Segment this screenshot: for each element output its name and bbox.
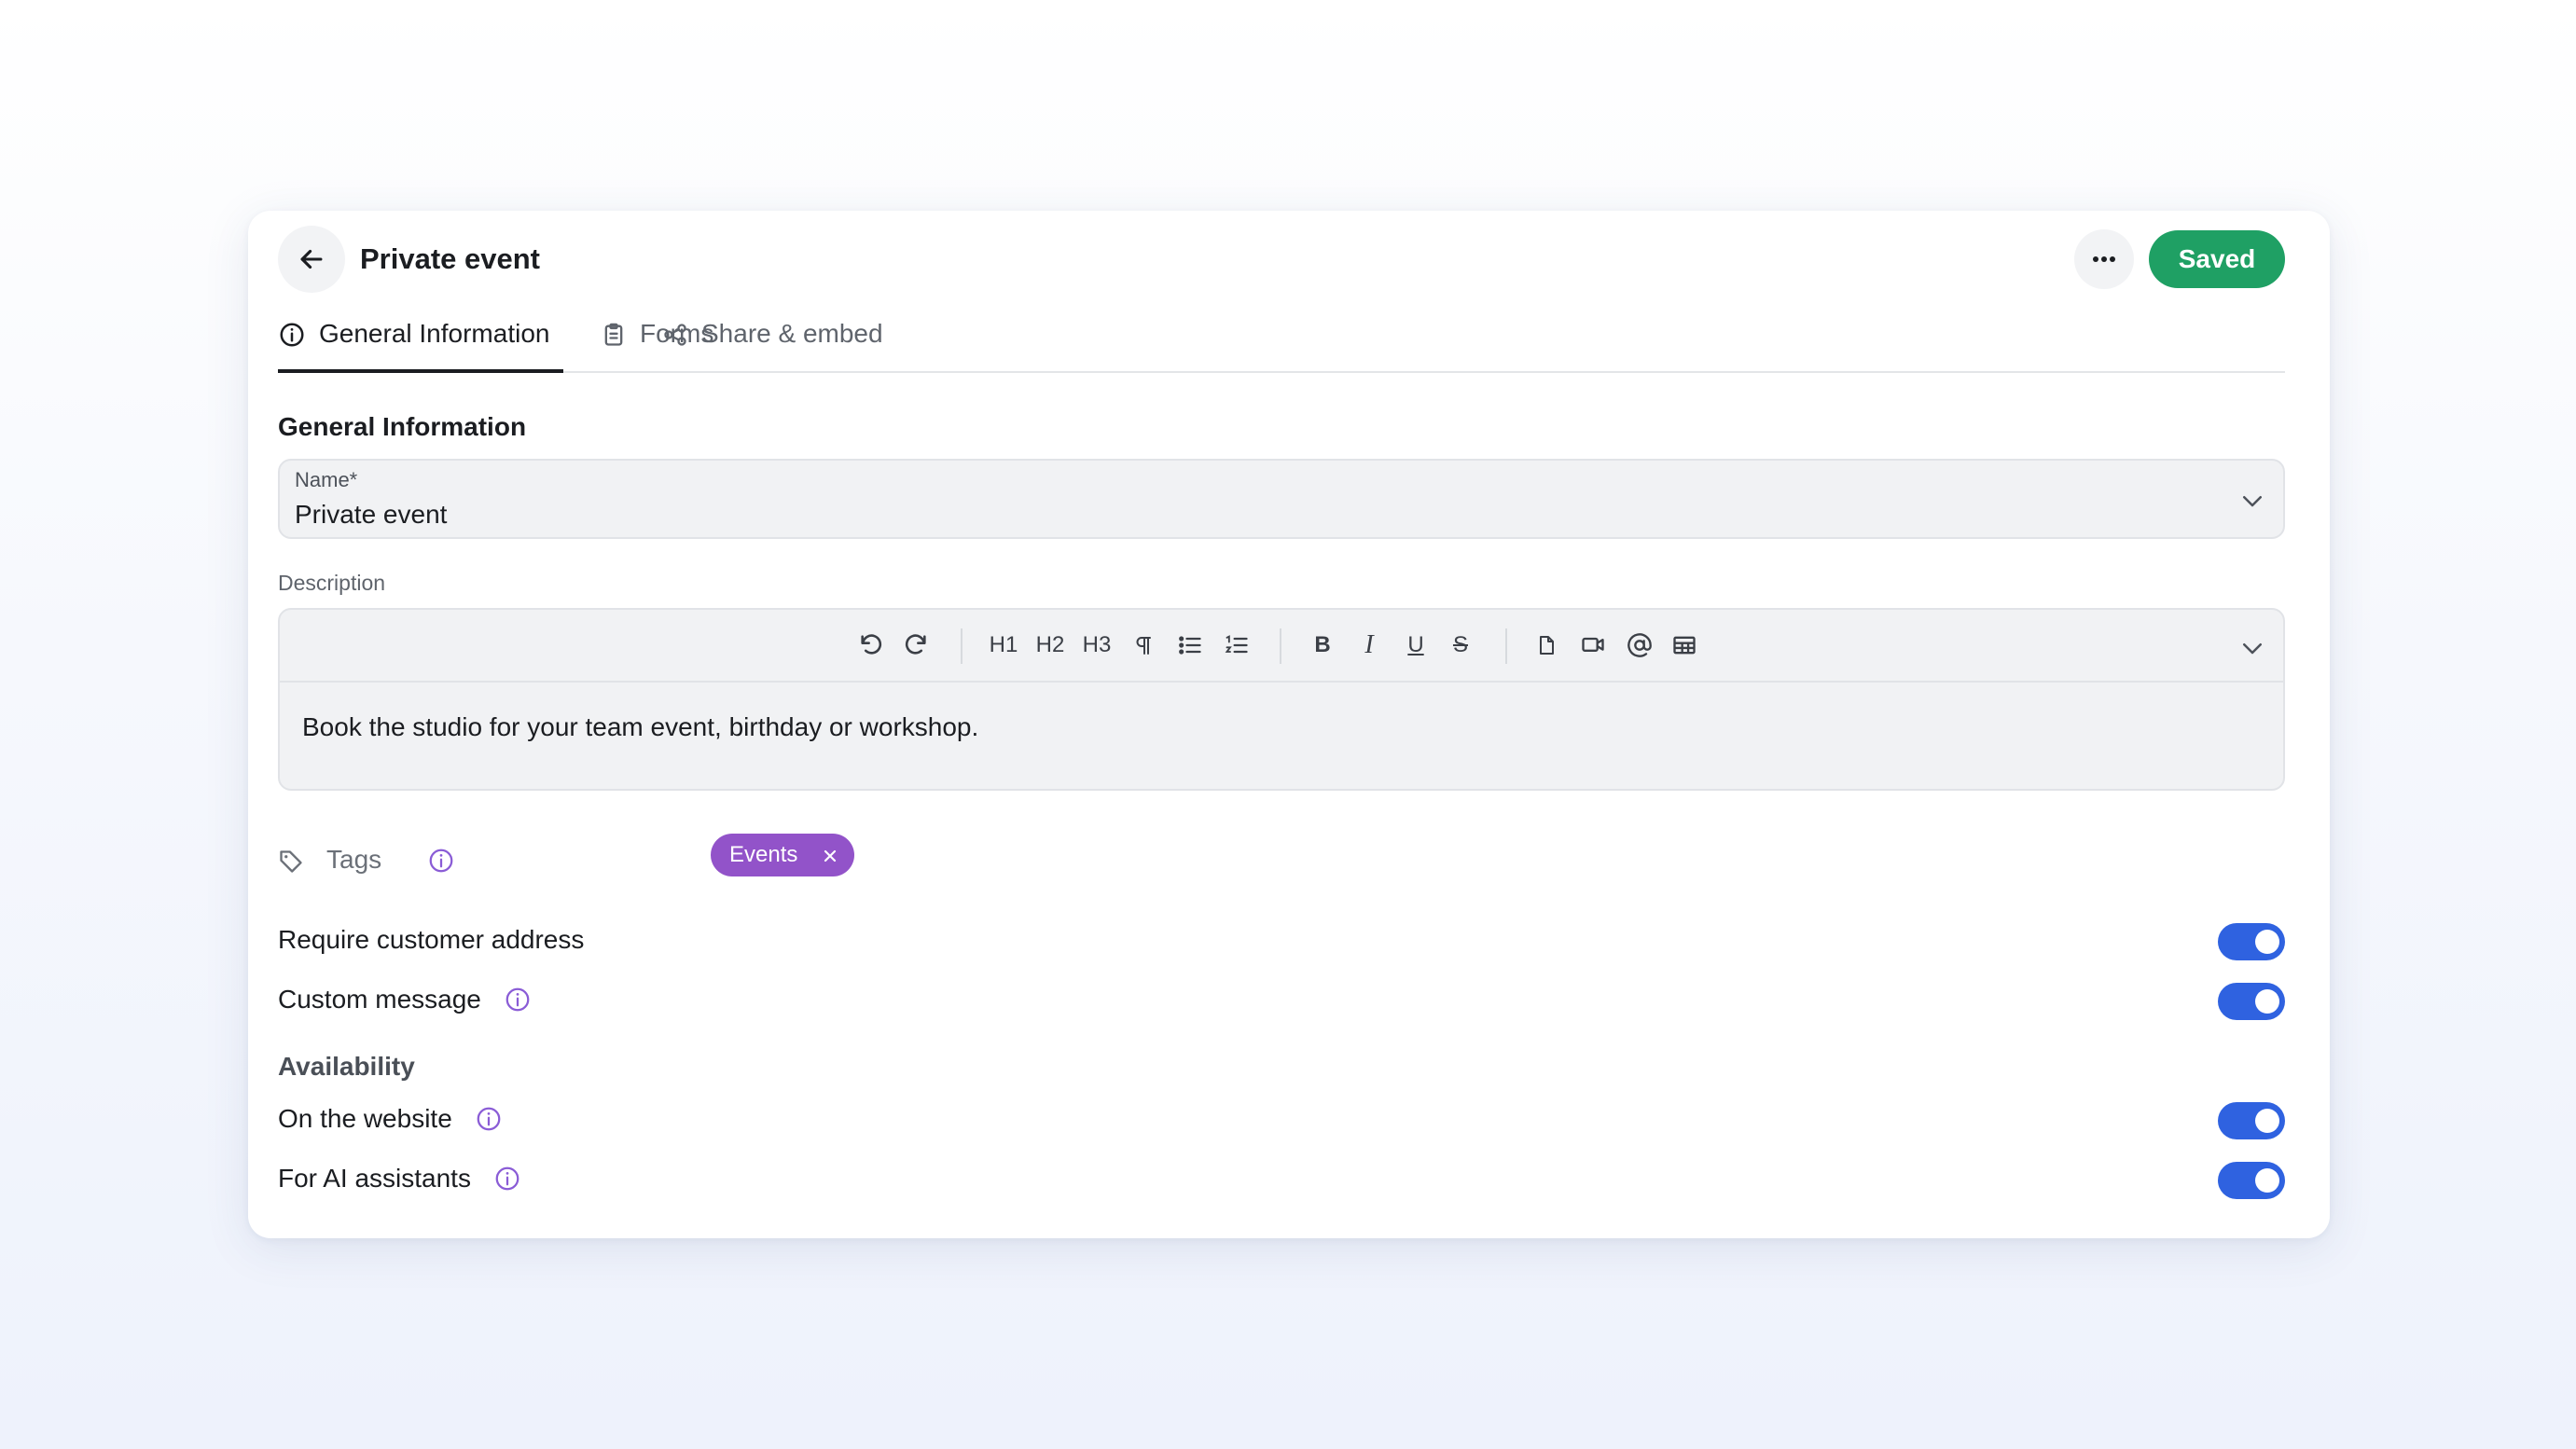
custom-message-label: Custom message: [278, 985, 532, 1014]
paragraph-icon[interactable]: [1127, 628, 1160, 662]
on-website-label: On the website: [278, 1104, 503, 1134]
for-ai-label: For AI assistants: [278, 1164, 521, 1194]
name-label: Name*: [295, 468, 358, 491]
info-icon[interactable]: [475, 1105, 503, 1133]
file-icon[interactable]: [1530, 628, 1563, 662]
underline-button[interactable]: U: [1399, 628, 1433, 662]
mention-icon[interactable]: [1623, 628, 1656, 662]
page-title: Private event: [360, 242, 540, 275]
editor-toolbar: H1 H2 H3 B I U S: [280, 610, 2283, 683]
close-icon[interactable]: [821, 846, 839, 872]
heading-1-button[interactable]: H1: [985, 628, 1022, 662]
arrow-left-icon: [300, 249, 323, 269]
custom-message-text: Custom message: [278, 985, 481, 1014]
chevron-down-icon[interactable]: [2238, 634, 2266, 667]
description-label: Description: [278, 571, 386, 595]
clipboard-icon: [601, 321, 627, 349]
tag-chip-label: Events: [729, 842, 798, 867]
tag-icon: [278, 849, 304, 879]
for-ai-toggle[interactable]: [2218, 1162, 2285, 1199]
bold-button[interactable]: B: [1306, 628, 1339, 662]
toolbar-divider: [1505, 628, 1507, 664]
name-field[interactable]: Name* Private event: [278, 459, 2285, 539]
for-ai-text: For AI assistants: [278, 1164, 471, 1193]
more-options-button[interactable]: [2074, 229, 2134, 289]
require-address-text: Require customer address: [278, 925, 585, 954]
strikethrough-button[interactable]: S: [1444, 628, 1477, 662]
bullet-list-icon[interactable]: [1173, 628, 1207, 662]
back-button[interactable]: [278, 226, 345, 293]
redo-icon[interactable]: [899, 628, 933, 662]
tab-general-information[interactable]: General Information: [278, 313, 563, 373]
share-icon: [662, 321, 688, 349]
heading-3-button[interactable]: H3: [1078, 628, 1115, 662]
undo-icon[interactable]: [854, 628, 888, 662]
chevron-down-icon[interactable]: [2238, 487, 2266, 519]
tab-label: General Information: [319, 319, 550, 348]
saved-button[interactable]: Saved: [2149, 230, 2285, 288]
toolbar-divider: [961, 628, 963, 664]
heading-2-button[interactable]: H2: [1032, 628, 1069, 662]
description-editor[interactable]: H1 H2 H3 B I U S Book the studio for you…: [278, 608, 2285, 791]
on-website-text: On the website: [278, 1104, 452, 1133]
availability-title: Availability: [278, 1052, 415, 1081]
italic-button[interactable]: I: [1352, 628, 1386, 662]
event-card: Private event Saved General Information …: [248, 211, 2330, 1238]
require-address-toggle[interactable]: [2218, 923, 2285, 960]
tags-label: Tags: [326, 845, 382, 874]
numbered-list-icon[interactable]: [1220, 628, 1253, 662]
info-icon[interactable]: [493, 1165, 521, 1193]
toolbar-divider: [1280, 628, 1281, 664]
require-address-label: Require customer address: [278, 925, 584, 955]
name-value: Private event: [295, 500, 448, 529]
custom-message-toggle[interactable]: [2218, 983, 2285, 1020]
on-website-toggle[interactable]: [2218, 1102, 2285, 1139]
ellipsis-icon: [2093, 256, 2115, 262]
tab-bar: General Information Forms Share & embed: [278, 313, 2285, 373]
info-icon[interactable]: [427, 847, 455, 879]
video-icon[interactable]: [1576, 628, 1610, 662]
description-text[interactable]: Book the studio for your team event, bir…: [302, 712, 978, 742]
table-icon[interactable]: [1668, 628, 1701, 662]
section-title: General Information: [278, 412, 527, 441]
tab-label: Share & embed: [701, 319, 883, 348]
info-icon[interactable]: [504, 986, 532, 1014]
info-icon: [278, 321, 306, 349]
tab-share-embed[interactable]: Share & embed: [662, 313, 883, 369]
tag-chip-events[interactable]: Events: [711, 834, 854, 876]
